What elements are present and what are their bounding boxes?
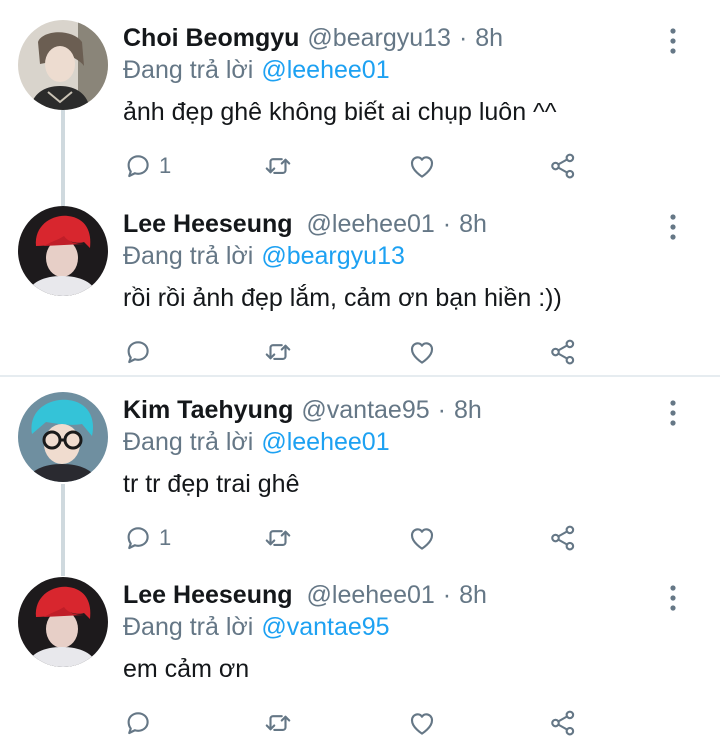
retweet-icon — [263, 337, 293, 367]
tweet[interactable]: Lee Heeseung @leehee01 · 8h Đang trả lời… — [0, 206, 720, 371]
share-icon — [548, 708, 578, 738]
timestamp[interactable]: 8h — [459, 577, 487, 613]
tweet-text: ảnh đẹp ghê không biết ai chụp luôn ^^ — [123, 98, 557, 126]
like-button[interactable] — [407, 518, 437, 558]
share-icon — [548, 337, 578, 367]
tweet-header: Choi Beomgyu @beargyu13 · 8h — [123, 20, 503, 56]
timestamp[interactable]: 8h — [459, 206, 487, 242]
retweet-icon — [263, 708, 293, 738]
replying-to: Đang trả lời @vantae95 — [123, 609, 390, 645]
heart-icon — [407, 151, 437, 181]
more-options-button[interactable] — [660, 581, 686, 615]
reply-icon — [123, 337, 153, 367]
retweet-icon — [263, 151, 293, 181]
tweet-header: Lee Heeseung @leehee01 · 8h — [123, 577, 487, 613]
timestamp[interactable]: 8h — [475, 20, 503, 56]
share-button[interactable] — [548, 332, 578, 372]
reply-button[interactable]: 1 — [123, 518, 171, 558]
tweet-text: rồi rồi ảnh đẹp lắm, cảm ơn bạn hiền :)) — [123, 284, 562, 312]
reply-button[interactable]: 1 — [123, 146, 171, 186]
reply-count: 1 — [159, 525, 172, 550]
more-options-button[interactable] — [660, 210, 686, 244]
action-bar: 1 — [0, 146, 720, 186]
replying-to: Đang trả lời @leehee01 — [123, 424, 390, 460]
replying-to-label: Đang trả lời — [123, 428, 254, 456]
replying-to: Đang trả lời @beargyu13 — [123, 238, 405, 274]
replying-to: Đang trả lời @leehee01 — [123, 52, 390, 88]
replying-to-label: Đang trả lời — [123, 242, 254, 270]
share-button[interactable] — [548, 518, 578, 558]
action-bar — [0, 332, 720, 372]
avatar[interactable] — [18, 392, 108, 482]
share-icon — [548, 523, 578, 553]
tweet-text: tr tr đẹp trai ghê — [123, 470, 300, 498]
author-name[interactable]: Kim Taehyung — [123, 392, 293, 428]
share-button[interactable] — [548, 146, 578, 186]
separator: · — [442, 581, 452, 609]
separator: · — [442, 210, 452, 238]
tweet-header: Lee Heeseung @leehee01 · 8h — [123, 206, 487, 242]
heart-icon — [407, 523, 437, 553]
retweet-button[interactable] — [263, 146, 293, 186]
tweet-header: Kim Taehyung @vantae95 · 8h — [123, 392, 482, 428]
author-name[interactable]: Choi Beomgyu — [123, 20, 299, 56]
more-options-button[interactable] — [660, 24, 686, 58]
author-handle[interactable]: @leehee01 — [307, 206, 435, 242]
tweet[interactable]: Lee Heeseung @leehee01 · 8h Đang trả lời… — [0, 577, 720, 743]
mention-link[interactable]: @beargyu13 — [261, 242, 405, 270]
retweet-icon — [263, 523, 293, 553]
action-bar — [0, 703, 720, 743]
mention-link[interactable]: @vantae95 — [261, 613, 389, 641]
author-handle[interactable]: @vantae95 — [301, 392, 429, 428]
retweet-button[interactable] — [263, 332, 293, 372]
author-handle[interactable]: @beargyu13 — [307, 20, 451, 56]
reply-button[interactable] — [123, 332, 159, 372]
reply-icon — [123, 151, 153, 181]
mention-link[interactable]: @leehee01 — [261, 56, 389, 84]
heart-icon — [407, 337, 437, 367]
replying-to-label: Đang trả lời — [123, 613, 254, 641]
separator: · — [458, 24, 468, 52]
author-name[interactable]: Lee Heeseung — [123, 206, 293, 242]
retweet-button[interactable] — [263, 703, 293, 743]
reply-timeline: Choi Beomgyu @beargyu13 · 8h Đang trả lờ… — [0, 0, 720, 743]
tweet[interactable]: Kim Taehyung @vantae95 · 8h Đang trả lời… — [0, 392, 720, 562]
author-name[interactable]: Lee Heeseung — [123, 577, 293, 613]
avatar[interactable] — [18, 206, 108, 296]
tweet[interactable]: Choi Beomgyu @beargyu13 · 8h Đang trả lờ… — [0, 20, 720, 190]
retweet-button[interactable] — [263, 518, 293, 558]
reply-button[interactable] — [123, 703, 159, 743]
more-vertical-icon — [668, 398, 678, 428]
reply-icon — [123, 523, 153, 553]
more-vertical-icon — [668, 583, 678, 613]
share-icon — [548, 151, 578, 181]
separator: · — [437, 396, 446, 424]
more-vertical-icon — [668, 26, 678, 56]
like-button[interactable] — [407, 703, 437, 743]
share-button[interactable] — [548, 703, 578, 743]
timestamp[interactable]: 8h — [454, 392, 482, 428]
like-button[interactable] — [407, 332, 437, 372]
avatar-image — [18, 20, 108, 110]
heart-icon — [407, 708, 437, 738]
more-options-button[interactable] — [660, 396, 686, 430]
action-bar: 1 — [0, 518, 720, 558]
avatar-image — [18, 206, 108, 296]
replying-to-label: Đang trả lời — [123, 56, 254, 84]
mention-link[interactable]: @leehee01 — [261, 428, 389, 456]
more-vertical-icon — [668, 212, 678, 242]
avatar-image — [18, 392, 108, 482]
avatar[interactable] — [18, 577, 108, 667]
author-handle[interactable]: @leehee01 — [307, 577, 435, 613]
thread-divider — [0, 375, 720, 377]
avatar-image — [18, 577, 108, 667]
like-button[interactable] — [407, 146, 437, 186]
tweet-text: em cảm ơn — [123, 655, 250, 683]
reply-icon — [123, 708, 153, 738]
avatar[interactable] — [18, 20, 108, 110]
reply-count: 1 — [159, 153, 172, 178]
